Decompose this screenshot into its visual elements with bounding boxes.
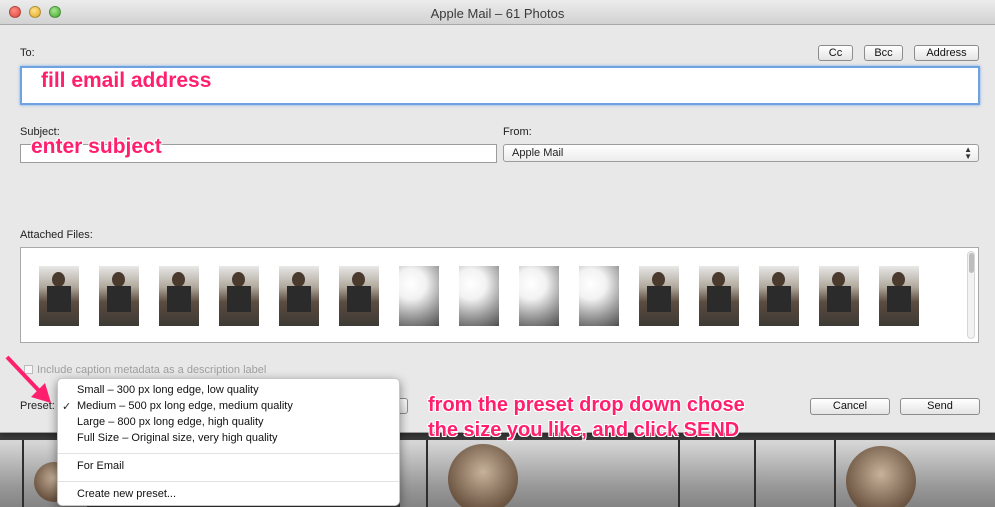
photo-thumbnail[interactable]	[219, 266, 259, 326]
photo-thumbnail[interactable]	[879, 266, 919, 326]
photo-thumbnail[interactable]	[99, 266, 139, 326]
window-title: Apple Mail – 61 Photos	[430, 6, 565, 21]
photo-thumbnail[interactable]	[639, 266, 679, 326]
address-button[interactable]: Address	[914, 45, 979, 61]
from-select-value: Apple Mail	[512, 147, 564, 159]
mail-export-dialog: Apple Mail – 61 Photos To: Cc Bcc Addres…	[0, 0, 995, 441]
photo-thumbnail[interactable]	[519, 266, 559, 326]
preset-option-large[interactable]: Large – 800 px long edge, high quality	[77, 416, 264, 428]
preset-dropdown-menu[interactable]: Small – 300 px long edge, low quality ✓ …	[57, 378, 400, 506]
preset-option-full-size[interactable]: Full Size – Original size, very high qua…	[77, 432, 278, 444]
attached-files-list[interactable]	[20, 247, 979, 343]
preset-option-small[interactable]: Small – 300 px long edge, low quality	[77, 384, 259, 396]
cc-button[interactable]: Cc	[818, 45, 853, 61]
bcc-button[interactable]: Bcc	[864, 45, 903, 61]
photo-thumbnail[interactable]	[279, 266, 319, 326]
cancel-button[interactable]: Cancel	[810, 398, 890, 415]
photo-thumbnail[interactable]	[399, 266, 439, 326]
photo-thumbnail[interactable]	[339, 266, 379, 326]
to-label: To:	[20, 47, 35, 59]
create-new-preset-item[interactable]: Create new preset...	[77, 488, 176, 500]
send-button[interactable]: Send	[900, 398, 980, 415]
annotation-arrow-icon	[5, 355, 51, 403]
background-photo	[680, 440, 756, 507]
instruction-annotation: from the preset drop down chose the size…	[428, 393, 745, 443]
checkmark-icon: ✓	[62, 401, 72, 413]
photo-thumbnail[interactable]	[39, 266, 79, 326]
photo-thumbnail[interactable]	[699, 266, 739, 326]
from-label: From:	[503, 126, 532, 138]
menu-separator	[58, 481, 399, 482]
updown-arrows-icon: ▲ ▼	[964, 145, 972, 161]
title-bar: Apple Mail – 61 Photos	[0, 0, 995, 25]
menu-separator	[58, 453, 399, 454]
scrollbar-thumb[interactable]	[969, 253, 974, 273]
caption-metadata-label: Include caption metadata as a descriptio…	[37, 364, 267, 376]
preset-option-medium[interactable]: Medium – 500 px long edge, medium qualit…	[77, 400, 293, 412]
attachments-scrollbar[interactable]	[967, 251, 975, 339]
background-photo	[0, 440, 24, 507]
instruction-line-1: from the preset drop down chose	[428, 394, 745, 416]
subject-annotation: enter subject	[31, 135, 162, 158]
attached-files-label: Attached Files:	[20, 229, 93, 241]
photo-thumbnail[interactable]	[819, 266, 859, 326]
background-photo	[836, 440, 995, 507]
background-photo	[400, 440, 428, 507]
from-select[interactable]: Apple Mail ▲ ▼	[503, 144, 979, 162]
background-photo	[756, 440, 836, 507]
background-photo	[428, 440, 680, 507]
photo-thumbnail[interactable]	[759, 266, 799, 326]
instruction-line-2: the size you like, and click SEND	[428, 419, 740, 441]
photo-thumbnail[interactable]	[159, 266, 199, 326]
preset-option-for-email[interactable]: For Email	[77, 460, 124, 472]
to-annotation: fill email address	[41, 69, 212, 92]
photo-thumbnail[interactable]	[579, 266, 619, 326]
photo-thumbnail[interactable]	[459, 266, 499, 326]
